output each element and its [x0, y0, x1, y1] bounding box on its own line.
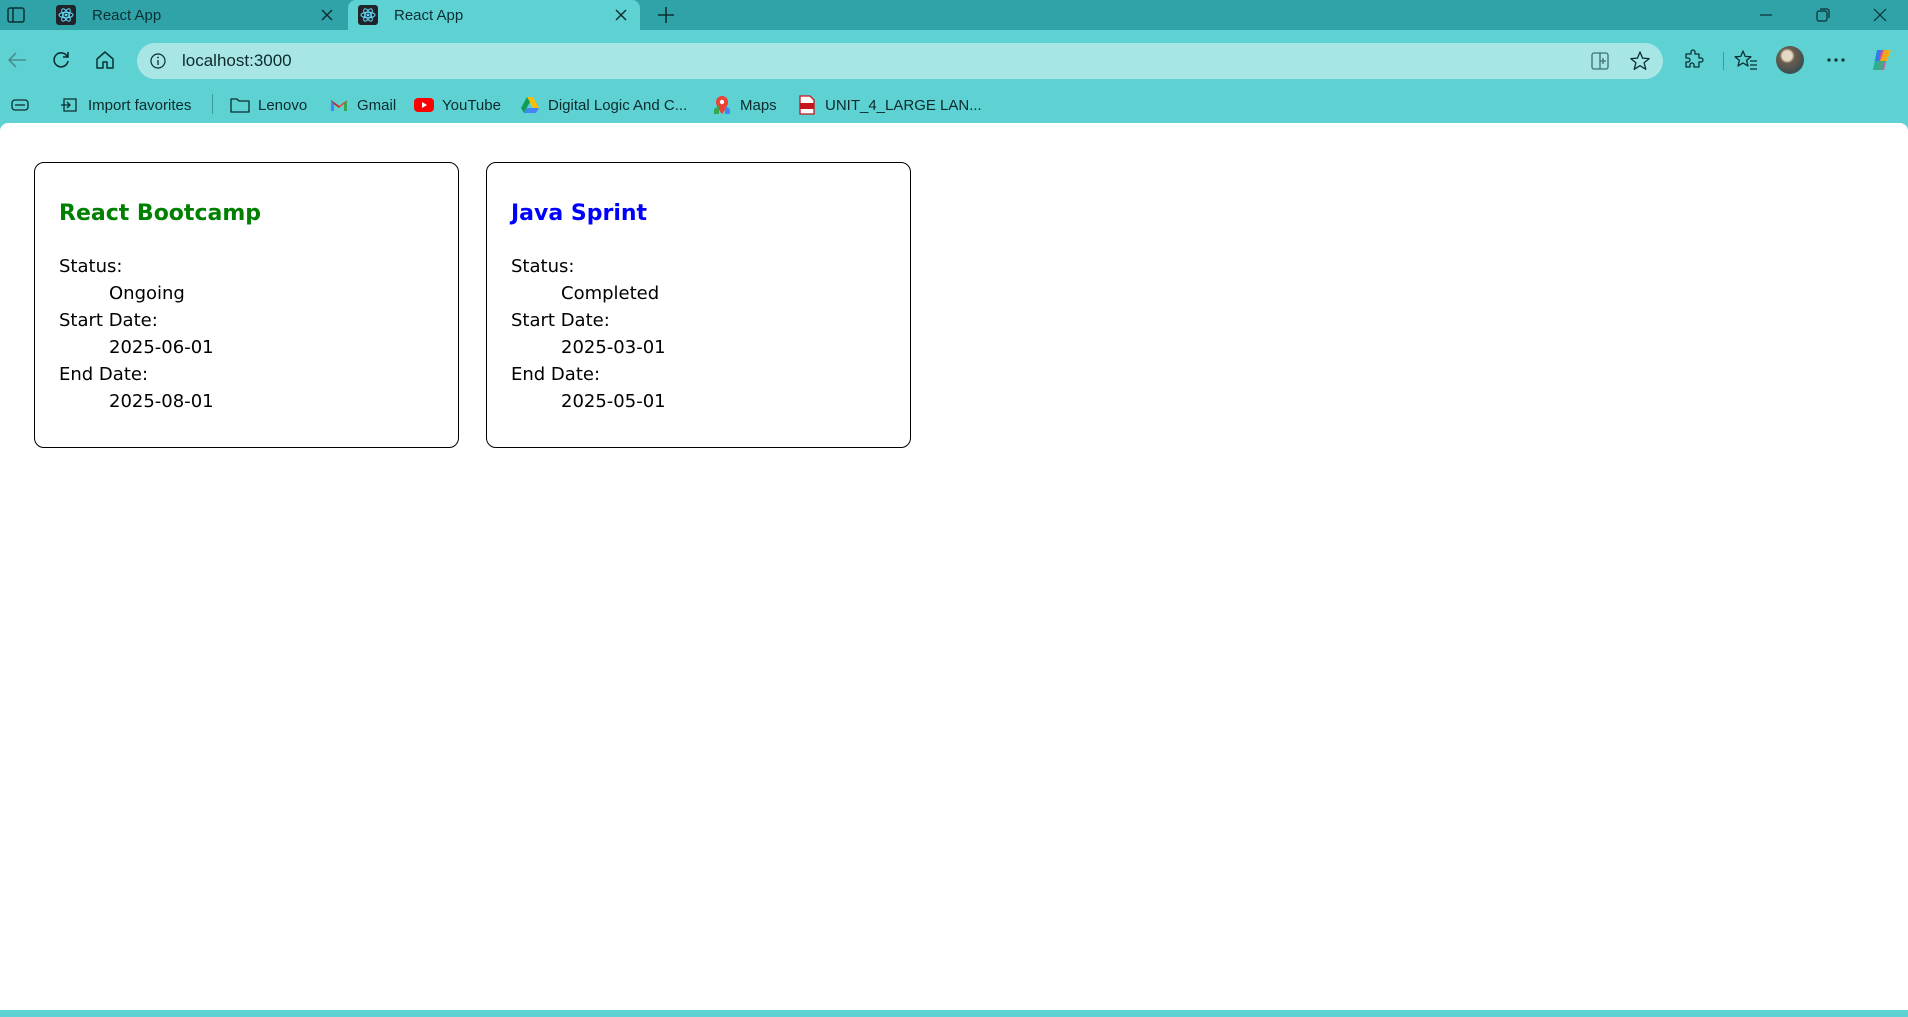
restore-icon[interactable]	[1794, 0, 1851, 30]
end-date-value: 2025-08-01	[109, 391, 214, 412]
status-value: Completed	[561, 283, 660, 304]
close-tab-icon[interactable]	[316, 4, 338, 26]
home-icon[interactable]	[88, 43, 122, 77]
favorite-unit4[interactable]: UNIT_4_LARGE LAN...	[797, 94, 982, 116]
minimize-icon[interactable]	[1737, 0, 1794, 30]
favorite-label: UNIT_4_LARGE LAN...	[825, 96, 982, 114]
start-date-value: 2025-03-01	[561, 337, 666, 358]
tab-title: React App	[394, 6, 464, 24]
profile-avatar[interactable]	[1772, 43, 1808, 77]
card-title: React Bootcamp	[59, 201, 261, 226]
window-controls	[1737, 0, 1908, 30]
favorite-digital-logic[interactable]: Digital Logic And C...	[520, 94, 687, 116]
folder-icon	[230, 95, 250, 115]
favorite-label: Gmail	[357, 96, 397, 114]
split-screen-icon[interactable]	[1587, 49, 1613, 73]
favorite-gmail[interactable]: Gmail	[329, 94, 396, 116]
tab-title: React App	[92, 6, 162, 24]
browser-toolbar: localhost:3000	[0, 30, 1908, 92]
close-tab-icon[interactable]	[610, 4, 632, 26]
favorite-import[interactable]: Import favorites	[60, 94, 191, 116]
youtube-icon	[414, 95, 434, 115]
card-details: Status: Ongoing Start Date: 2025-06-01 E…	[59, 253, 214, 415]
tab-react-app-2[interactable]: React App	[348, 0, 640, 30]
google-drive-icon	[520, 95, 540, 115]
status-label: Status:	[511, 256, 575, 277]
end-date-label: End Date:	[511, 364, 601, 385]
maps-icon	[712, 95, 732, 115]
status-value: Ongoing	[109, 283, 185, 304]
start-date-label: Start Date:	[511, 310, 610, 331]
copilot-icon[interactable]	[1864, 43, 1900, 77]
program-card: Java Sprint Status: Completed Start Date…	[486, 162, 911, 448]
favorite-label: Lenovo	[258, 96, 308, 114]
favorites-divider	[212, 94, 213, 114]
import-icon	[60, 95, 80, 115]
end-date-label: End Date:	[59, 364, 149, 385]
tab-react-app-1[interactable]: React App	[46, 0, 354, 30]
address-bar[interactable]: localhost:3000	[137, 43, 1663, 79]
tab-actions-icon[interactable]	[4, 4, 28, 26]
gmail-icon	[329, 95, 349, 115]
tab-strip: React App React App	[0, 0, 1908, 30]
collections-icon[interactable]	[10, 94, 30, 116]
favorite-label: Digital Logic And C...	[548, 96, 688, 114]
end-date-value: 2025-05-01	[561, 391, 666, 412]
favorite-label: YouTube	[442, 96, 501, 114]
favorite-label: Maps	[740, 96, 777, 114]
favorite-star-icon[interactable]	[1627, 49, 1653, 73]
program-card: React Bootcamp Status: Ongoing Start Dat…	[34, 162, 459, 448]
favorite-youtube[interactable]: YouTube	[414, 94, 501, 116]
avatar	[1776, 46, 1804, 74]
favorite-lenovo[interactable]: Lenovo	[230, 94, 307, 116]
favorite-maps[interactable]: Maps	[712, 94, 777, 116]
refresh-icon[interactable]	[44, 43, 78, 77]
card-details: Status: Completed Start Date: 2025-03-01…	[511, 253, 666, 415]
close-window-icon[interactable]	[1851, 0, 1908, 30]
new-tab-icon[interactable]	[652, 3, 680, 27]
start-date-value: 2025-06-01	[109, 337, 214, 358]
more-options-icon[interactable]	[1818, 43, 1854, 77]
page-viewport: React Bootcamp Status: Ongoing Start Dat…	[0, 123, 1908, 1010]
card-title: Java Sprint	[511, 201, 648, 226]
pdf-icon	[797, 95, 817, 115]
react-favicon-icon	[358, 5, 378, 25]
react-favicon-icon	[56, 5, 76, 25]
back-icon[interactable]	[0, 43, 34, 77]
toolbar-divider	[1723, 52, 1724, 70]
extensions-icon[interactable]	[1676, 43, 1712, 77]
status-label: Status:	[59, 256, 123, 277]
favorites-icon[interactable]	[1728, 43, 1764, 77]
address-url[interactable]: localhost:3000	[182, 51, 292, 71]
favorite-label: Import favorites	[88, 96, 192, 114]
start-date-label: Start Date:	[59, 310, 158, 331]
site-info-icon[interactable]	[148, 51, 168, 71]
